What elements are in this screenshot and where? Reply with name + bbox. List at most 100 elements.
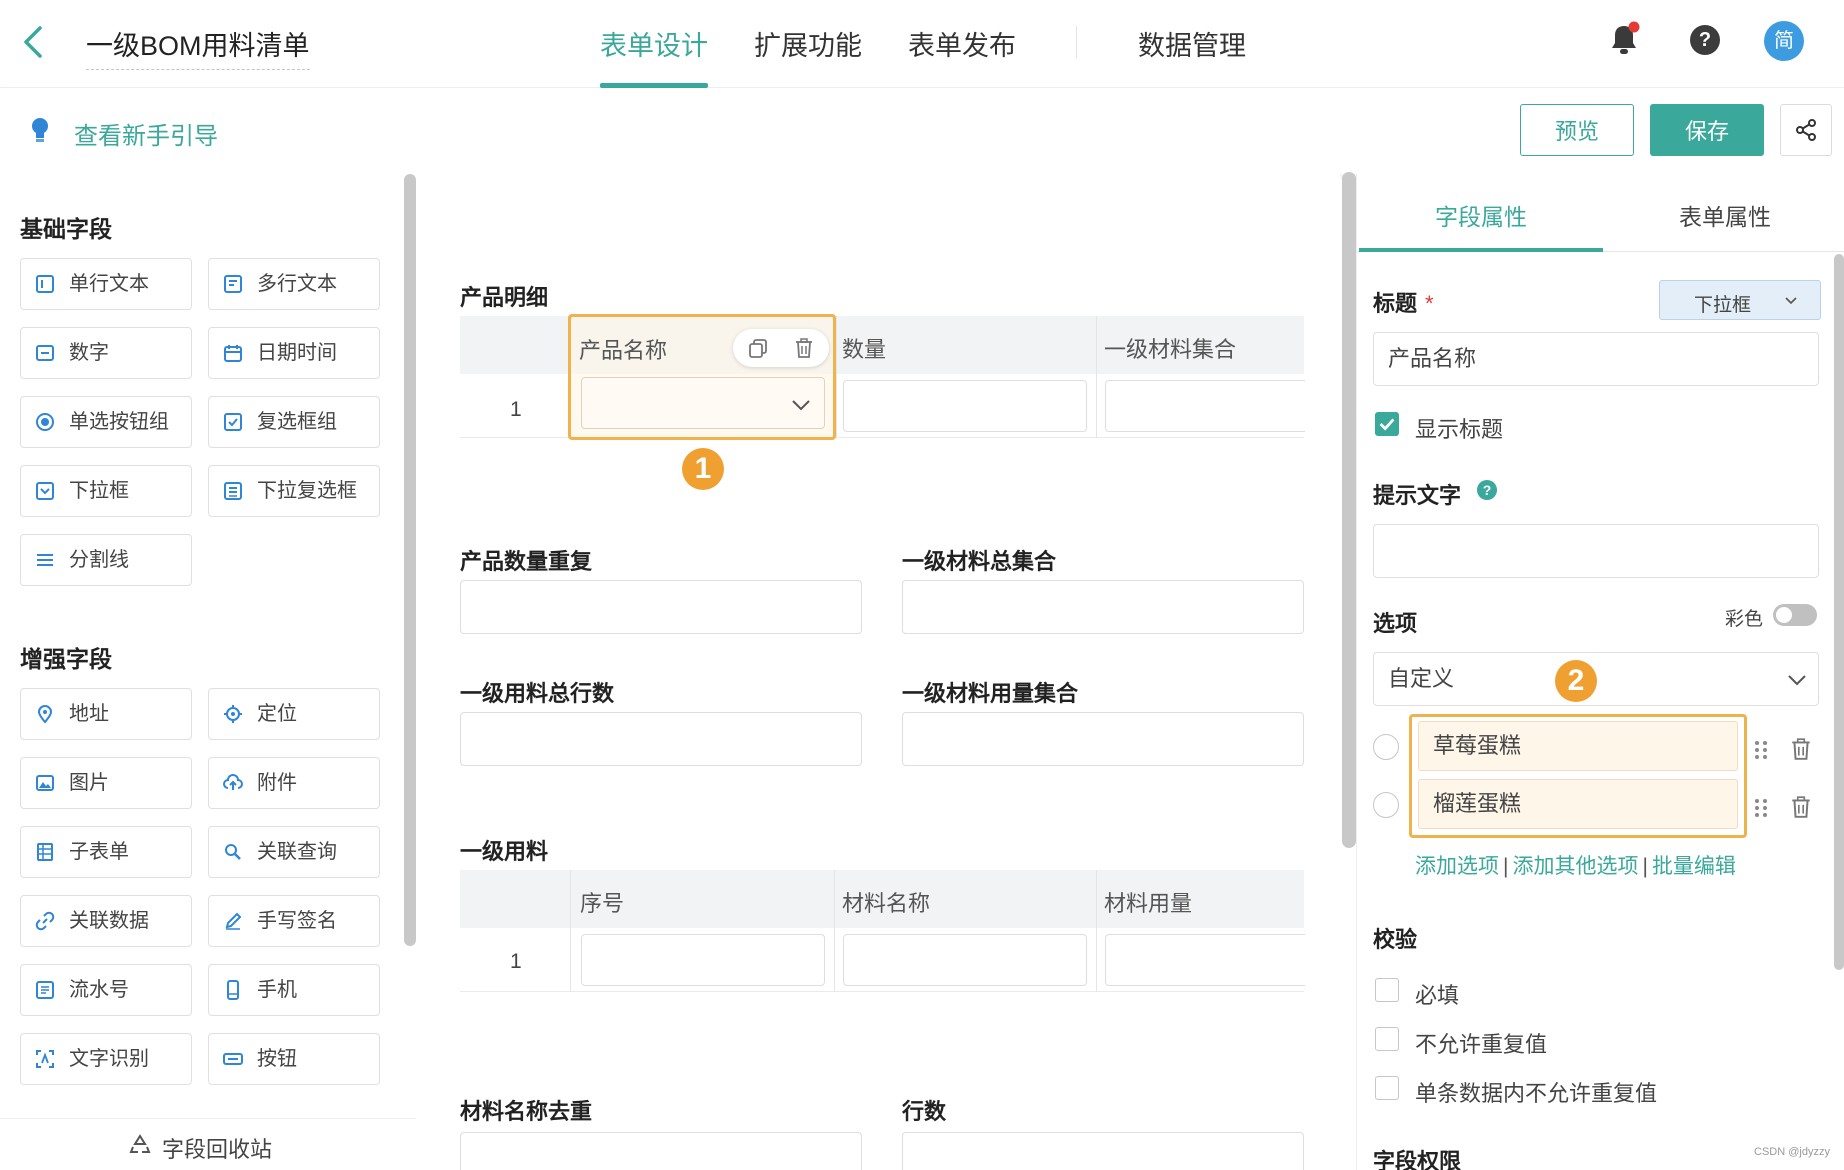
quantity-cell-input[interactable] bbox=[843, 380, 1087, 432]
property-panel: 字段属性 表单属性 标题 * 下拉框 产品名称 显示标题 提示文字 ? 选项 彩色… bbox=[1356, 174, 1844, 1170]
field-label: 文字识别 bbox=[69, 1048, 149, 1070]
field-number[interactable]: 数字 bbox=[20, 327, 192, 379]
property-panel-scrollbar[interactable] bbox=[1834, 254, 1844, 970]
material-usage-set-input[interactable] bbox=[902, 712, 1304, 766]
product-qty-repeat-input[interactable] bbox=[460, 580, 862, 634]
hint-input[interactable] bbox=[1373, 524, 1819, 578]
batch-edit-link[interactable]: 批量编辑 bbox=[1652, 855, 1736, 878]
tab-publish[interactable]: 表单发布 bbox=[908, 24, 1016, 88]
trash-icon[interactable] bbox=[1789, 794, 1813, 820]
field-dropdown-checkbox[interactable]: 下拉复选框 bbox=[208, 465, 380, 517]
show-title-checkbox[interactable] bbox=[1375, 412, 1399, 436]
selected-column-product-name[interactable]: 产品名称 bbox=[568, 314, 836, 440]
drag-handle-icon[interactable] bbox=[1753, 738, 1769, 762]
field-checkbox-group[interactable]: 复选框组 bbox=[208, 396, 380, 448]
no-duplicate-in-record-checkbox[interactable] bbox=[1375, 1076, 1399, 1100]
field-recycle-bin[interactable]: 字段回收站 bbox=[0, 1118, 416, 1170]
tab-extensions[interactable]: 扩展功能 bbox=[754, 24, 862, 88]
material-name-dedupe-input[interactable] bbox=[460, 1132, 862, 1170]
required-checkbox[interactable] bbox=[1375, 978, 1399, 1002]
image-icon bbox=[36, 775, 54, 791]
material-name-cell-input[interactable] bbox=[843, 934, 1087, 986]
share-button[interactable] bbox=[1780, 104, 1832, 156]
field-phone[interactable]: 手机 bbox=[208, 964, 380, 1016]
canvas-scrollbar[interactable] bbox=[1342, 172, 1356, 848]
field-subform[interactable]: 子表单 bbox=[20, 826, 192, 878]
field-datetime[interactable]: 日期时间 bbox=[208, 327, 380, 379]
notification-bell-icon[interactable] bbox=[1606, 20, 1642, 58]
field-radio-group[interactable]: 单选按钮组 bbox=[20, 396, 192, 448]
top-navigation-bar: 一级BOM用料清单 表单设计 扩展功能 表单发布 数据管理 ? 简 bbox=[0, 0, 1844, 88]
watermark: CSDN @jdyzzy bbox=[1754, 1146, 1830, 1158]
title-input[interactable]: 产品名称 bbox=[1373, 332, 1819, 386]
multi-line-text-icon bbox=[224, 275, 242, 293]
field-label: 复选框组 bbox=[257, 411, 337, 433]
tab-form-properties[interactable]: 表单属性 bbox=[1679, 198, 1771, 232]
help-icon[interactable]: ? bbox=[1690, 25, 1720, 55]
field-type-button[interactable]: 下拉框 bbox=[1659, 280, 1821, 320]
field-serial-number[interactable]: 流水号 bbox=[20, 964, 192, 1016]
radio-icon bbox=[36, 413, 54, 431]
column-header: 数量 bbox=[842, 337, 887, 362]
back-arrow-icon[interactable] bbox=[20, 22, 50, 62]
drag-handle-icon[interactable] bbox=[1753, 796, 1769, 820]
row-count-input[interactable] bbox=[902, 1132, 1304, 1170]
checkbox-icon bbox=[224, 413, 242, 431]
field-label: 按钮 bbox=[257, 1048, 297, 1070]
field-label: 材料名称去重 bbox=[460, 1099, 593, 1124]
field-related-query[interactable]: 关联查询 bbox=[208, 826, 380, 878]
tab-form-design[interactable]: 表单设计 bbox=[600, 24, 708, 88]
field-label: 产品数量重复 bbox=[460, 549, 593, 574]
copy-icon[interactable] bbox=[747, 337, 769, 359]
field-button[interactable]: 按钮 bbox=[208, 1033, 380, 1085]
tab-field-properties[interactable]: 字段属性 bbox=[1435, 198, 1527, 232]
add-other-option-link[interactable]: 添加其他选项 bbox=[1512, 855, 1638, 878]
field-address[interactable]: 地址 bbox=[20, 688, 192, 740]
save-button[interactable]: 保存 bbox=[1650, 104, 1764, 156]
option-radio[interactable] bbox=[1373, 734, 1399, 760]
field-label: 行数 bbox=[902, 1099, 947, 1124]
trash-icon[interactable] bbox=[1789, 736, 1813, 762]
material-total-rows-input[interactable] bbox=[460, 712, 862, 766]
option-input[interactable]: 榴莲蛋糕 bbox=[1418, 779, 1738, 829]
share-icon bbox=[1796, 119, 1816, 141]
trash-icon[interactable] bbox=[793, 337, 815, 359]
option-input[interactable]: 草莓蛋糕 bbox=[1418, 721, 1738, 771]
no-duplicate-in-record-label: 单条数据内不允许重复值 bbox=[1415, 1081, 1658, 1106]
basic-fields-title: 基础字段 bbox=[20, 216, 112, 242]
pen-icon bbox=[225, 912, 242, 930]
add-option-link[interactable]: 添加选项 bbox=[1415, 855, 1499, 878]
field-divider[interactable]: 分割线 bbox=[20, 534, 192, 586]
field-related-data[interactable]: 关联数据 bbox=[20, 895, 192, 947]
no-duplicate-checkbox[interactable] bbox=[1375, 1027, 1399, 1051]
preview-button[interactable]: 预览 bbox=[1520, 104, 1634, 156]
field-image[interactable]: 图片 bbox=[20, 757, 192, 809]
title-label: 标题 * bbox=[1373, 286, 1434, 318]
material-set-cell-input[interactable] bbox=[1105, 380, 1305, 432]
field-attachment[interactable]: 附件 bbox=[208, 757, 380, 809]
chevron-down-icon bbox=[1788, 675, 1806, 686]
field-dropdown[interactable]: 下拉框 bbox=[20, 465, 192, 517]
link-search-icon bbox=[225, 844, 241, 860]
option-radio[interactable] bbox=[1373, 792, 1399, 818]
material-usage-cell-input[interactable] bbox=[1105, 934, 1305, 986]
field-ocr[interactable]: 文字识别 bbox=[20, 1033, 192, 1085]
options-source-value: 自定义 bbox=[1388, 666, 1455, 691]
beginner-guide-link[interactable]: 查看新手引导 bbox=[74, 116, 218, 151]
left-panel-scrollbar[interactable] bbox=[404, 174, 416, 946]
color-toggle[interactable] bbox=[1773, 604, 1817, 626]
field-multi-line-text[interactable]: 多行文本 bbox=[208, 258, 380, 310]
field-single-line-text[interactable]: 单行文本 bbox=[20, 258, 192, 310]
material-total-set-input[interactable] bbox=[902, 580, 1304, 634]
lightbulb-icon bbox=[32, 118, 48, 142]
field-label: 一级材料总集合 bbox=[902, 549, 1057, 574]
question-icon[interactable]: ? bbox=[1477, 480, 1497, 500]
tab-data-management[interactable]: 数据管理 bbox=[1138, 24, 1246, 88]
form-title[interactable]: 一级BOM用料清单 bbox=[86, 24, 310, 70]
field-position[interactable]: 定位 bbox=[208, 688, 380, 740]
validation-label: 校验 bbox=[1373, 927, 1418, 952]
user-avatar[interactable]: 简 bbox=[1764, 21, 1804, 61]
product-name-dropdown[interactable] bbox=[581, 377, 825, 429]
field-signature[interactable]: 手写签名 bbox=[208, 895, 380, 947]
serial-cell-input[interactable] bbox=[581, 934, 825, 986]
